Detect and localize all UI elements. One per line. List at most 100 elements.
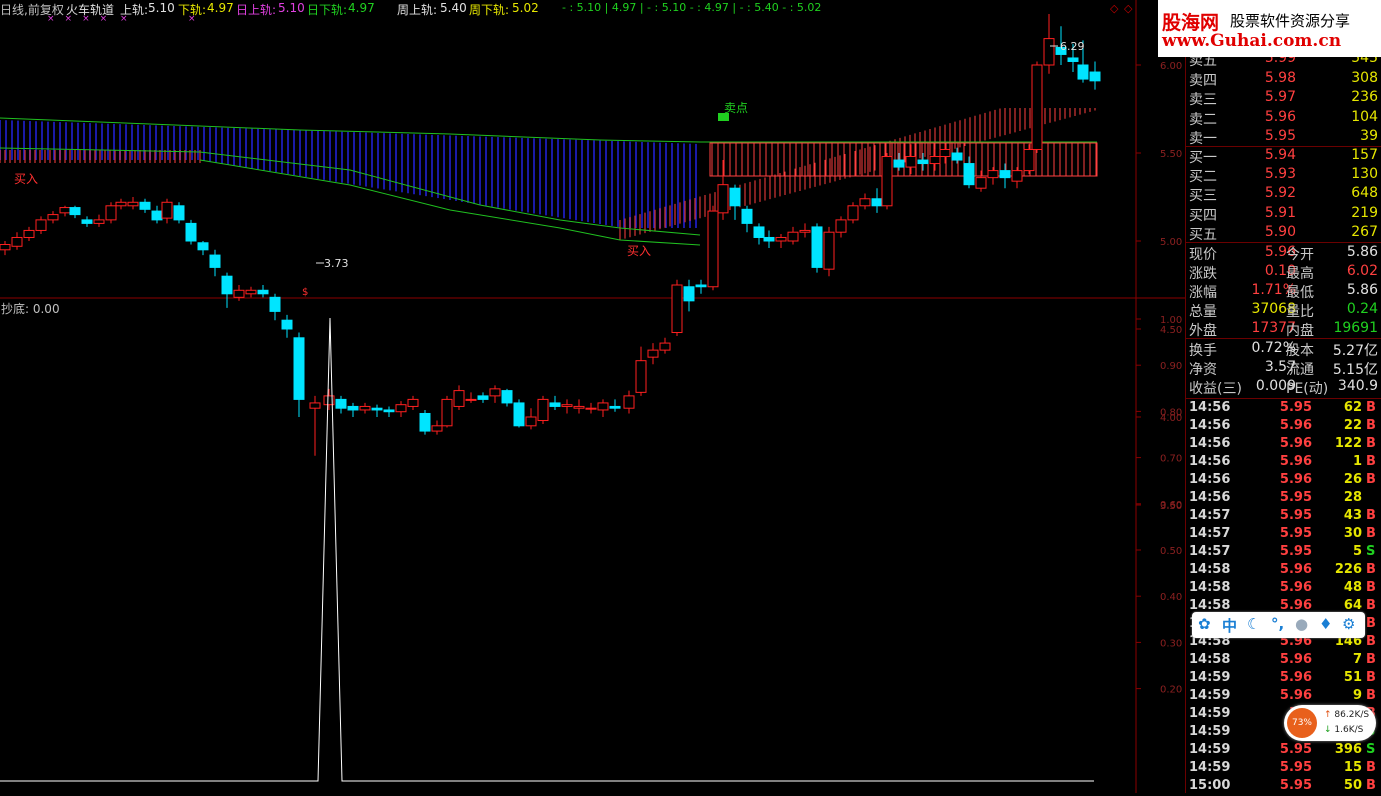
tick-volume: 26 bbox=[1343, 472, 1362, 487]
quote-row: 外盘 17377 内盘 19691 bbox=[1186, 320, 1381, 339]
kline-chart[interactable]: 6.005.505.004.504.003.501.000.900.800.70… bbox=[0, 0, 1186, 793]
tick-price: 5.96 bbox=[1279, 436, 1312, 451]
candle-body bbox=[939, 148, 951, 158]
order-book-row[interactable]: 卖三 5.97 236 bbox=[1186, 89, 1381, 108]
tick-row[interactable]: 14:59 5.95 396 S bbox=[1186, 742, 1381, 760]
tick-price: 5.95 bbox=[1279, 742, 1312, 757]
tick-price: 5.96 bbox=[1279, 598, 1312, 613]
candle-body bbox=[609, 405, 621, 409]
candle-body bbox=[115, 201, 127, 207]
gear-icon[interactable]: ⚙ bbox=[1342, 615, 1355, 633]
order-book-row[interactable]: 卖一 5.95 39 bbox=[1186, 128, 1381, 147]
order-volume: 308 bbox=[1351, 69, 1378, 86]
tick-volume: 28 bbox=[1343, 490, 1362, 505]
candle-body bbox=[623, 395, 635, 409]
tick-volume: 122 bbox=[1334, 436, 1362, 451]
sub-tick-label: 0.40 bbox=[1160, 592, 1182, 603]
candle-body bbox=[139, 201, 151, 210]
tick-row[interactable]: 14:57 5.95 43 B bbox=[1186, 508, 1381, 526]
order-book-row[interactable]: 买一 5.94 157 bbox=[1186, 147, 1381, 166]
candle-body bbox=[905, 156, 917, 168]
candle-body bbox=[787, 231, 799, 242]
network-speed-widget[interactable]: 73% ↑ 86.2K/S ↓ 1.6K/S bbox=[1284, 705, 1376, 741]
tick-row[interactable]: 14:56 5.95 62 B bbox=[1186, 400, 1381, 418]
candle-body bbox=[59, 207, 71, 214]
order-level-label: 买二 bbox=[1189, 169, 1217, 186]
legend-markers: ×××× bbox=[47, 14, 118, 24]
legend-marker-2: × bbox=[120, 14, 128, 24]
candle-body bbox=[561, 404, 573, 407]
week-up-value: 5.40 bbox=[440, 1, 467, 15]
order-book-row[interactable]: 买四 5.91 219 bbox=[1186, 205, 1381, 224]
candle-body bbox=[717, 184, 729, 214]
tick-row[interactable]: 14:58 5.96 226 B bbox=[1186, 562, 1381, 580]
tick-row[interactable]: 14:59 5.95 15 B bbox=[1186, 760, 1381, 778]
legend-extra: - : 5.10 | 4.97 | - : 5.10 - : 4.97 | - … bbox=[562, 1, 822, 14]
quote-row: 涨跌 0.10 最高 6.02 bbox=[1186, 263, 1381, 282]
tick-volume: 50 bbox=[1343, 778, 1362, 793]
candle-body bbox=[525, 416, 537, 427]
candle-body bbox=[489, 388, 501, 397]
order-level-label: 买五 bbox=[1189, 226, 1217, 243]
tick-price: 5.96 bbox=[1279, 670, 1312, 685]
moon-icon[interactable]: ☾ bbox=[1247, 615, 1260, 633]
tick-row[interactable]: 14:57 5.95 5 S bbox=[1186, 544, 1381, 562]
tick-row[interactable]: 14:56 5.96 22 B bbox=[1186, 418, 1381, 436]
candle-body bbox=[233, 289, 245, 298]
tick-row[interactable]: 14:58 5.96 48 B bbox=[1186, 580, 1381, 598]
upload-speed: ↑ 86.2K/S bbox=[1324, 710, 1370, 720]
order-book-row[interactable]: 买三 5.92 648 bbox=[1186, 185, 1381, 204]
price-tick-label: 5.00 bbox=[1160, 237, 1182, 248]
paw-icon[interactable]: ✿ bbox=[1198, 615, 1211, 633]
tick-row[interactable]: 14:57 5.95 30 B bbox=[1186, 526, 1381, 544]
tick-row[interactable]: 14:56 5.95 28 bbox=[1186, 490, 1381, 508]
sub-tick-label: 0.90 bbox=[1160, 361, 1182, 372]
tick-row[interactable]: 14:58 5.96 7 B bbox=[1186, 652, 1381, 670]
candle-body bbox=[987, 170, 999, 179]
order-price: 5.96 bbox=[1264, 108, 1296, 125]
tick-row[interactable]: 14:56 5.96 122 B bbox=[1186, 436, 1381, 454]
order-price: 5.92 bbox=[1264, 185, 1296, 202]
candle-body bbox=[707, 210, 719, 288]
candle-body bbox=[347, 405, 359, 411]
tick-row[interactable]: 14:59 5.96 9 B bbox=[1186, 688, 1381, 706]
user-icon[interactable]: ● bbox=[1295, 615, 1308, 633]
window-min-icon[interactable]: ◇ bbox=[1110, 2, 1118, 15]
candle-body bbox=[69, 207, 81, 216]
tick-row[interactable]: 15:00 5.95 50 B bbox=[1186, 778, 1381, 796]
ad-banner[interactable]: 股海网 股票软件资源分享 www.Guhai.com.cn bbox=[1158, 0, 1381, 57]
order-price: 5.98 bbox=[1264, 69, 1296, 86]
order-book-row[interactable]: 卖二 5.96 104 bbox=[1186, 109, 1381, 128]
candle-body bbox=[185, 222, 197, 242]
tick-price: 5.95 bbox=[1279, 526, 1312, 541]
tick-volume: 51 bbox=[1343, 670, 1362, 685]
candle-body bbox=[999, 170, 1011, 179]
tick-row[interactable]: 14:56 5.96 26 B bbox=[1186, 472, 1381, 490]
quote-value: 5.86 bbox=[1346, 244, 1378, 260]
microphone-icon[interactable]: ♦ bbox=[1319, 615, 1332, 633]
candle-body bbox=[477, 395, 489, 400]
order-volume: 39 bbox=[1360, 128, 1378, 144]
tick-row[interactable]: 14:59 5.96 51 B bbox=[1186, 670, 1381, 688]
order-level-label: 卖四 bbox=[1189, 72, 1217, 89]
candle-body bbox=[465, 398, 477, 401]
tick-time: 14:58 bbox=[1189, 598, 1231, 613]
candle-body bbox=[81, 219, 93, 224]
high-price-label: 6.29 bbox=[1060, 40, 1085, 53]
tick-volume: 22 bbox=[1343, 418, 1362, 433]
ime-lang-toggle[interactable]: 中 bbox=[1222, 615, 1237, 636]
candle-body bbox=[395, 404, 407, 413]
candle-body bbox=[871, 198, 883, 207]
order-level-label: 卖二 bbox=[1189, 111, 1217, 128]
order-book-row[interactable]: 卖四 5.98 308 bbox=[1186, 70, 1381, 89]
order-book-row[interactable]: 买五 5.90 267 bbox=[1186, 224, 1381, 243]
tick-time: 15:00 bbox=[1189, 778, 1231, 793]
tick-volume: 64 bbox=[1343, 598, 1362, 613]
candle-body bbox=[197, 242, 209, 251]
order-book-row[interactable]: 买二 5.93 130 bbox=[1186, 166, 1381, 185]
ime-toolbar[interactable]: ✿ 中 ☾ °, ● ♦ ⚙ bbox=[1192, 612, 1365, 638]
tick-row[interactable]: 14:56 5.96 1 B bbox=[1186, 454, 1381, 472]
tick-time: 14:57 bbox=[1189, 526, 1231, 541]
window-close-icon[interactable]: ◇ bbox=[1124, 2, 1132, 15]
punctuation-icon[interactable]: °, bbox=[1271, 615, 1284, 633]
